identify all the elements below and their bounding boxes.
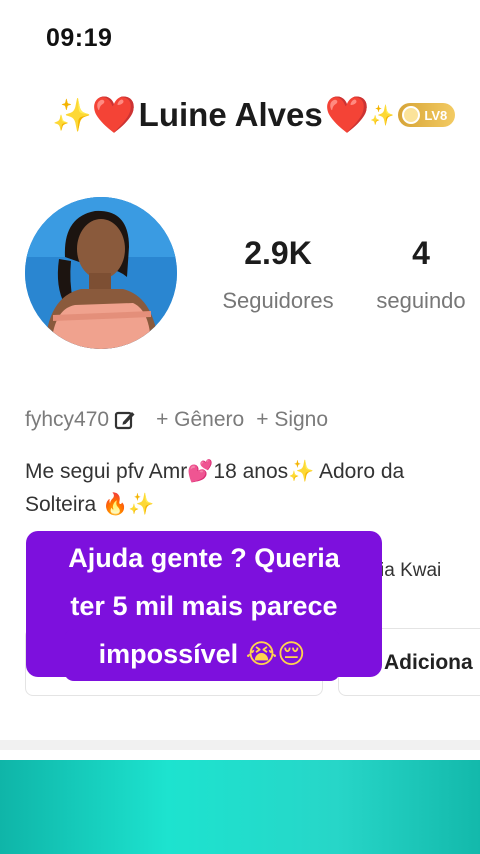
- kwai-link[interactable]: ia Kwai: [380, 560, 441, 582]
- sparkle-emoji: ✨: [288, 459, 315, 483]
- hearts-emoji: 💕: [187, 459, 214, 483]
- bio-text: Adoro da: [314, 460, 405, 483]
- level-coin-icon: [402, 106, 421, 124]
- level-label: LV8: [424, 107, 448, 123]
- bottom-banner: [0, 760, 480, 854]
- followers-stat[interactable]: 2.9K Seguidores: [213, 235, 343, 314]
- bio-text: 18 anos: [213, 460, 289, 483]
- following-stat[interactable]: 4 seguindo: [368, 235, 474, 314]
- caption-line-1: Ajuda gente ? Queria: [68, 543, 340, 573]
- crying-face-emoji: 😭😔: [245, 639, 306, 670]
- heart-emoji: ❤️: [324, 95, 370, 136]
- bio-line-2: Solteira 🔥✨: [25, 488, 480, 521]
- profile-name: Luine Alves: [138, 96, 323, 133]
- caption-line-2: ter 5 mil mais parece: [70, 591, 338, 621]
- username: fyhcy470: [25, 408, 110, 431]
- bio-text: Me segui pfv Amr: [25, 460, 188, 483]
- profile-header: ✨ ❤️ Luine Alves ❤️ ✨ LV8: [52, 94, 456, 136]
- bio: Me segui pfv Amr💕18 anos✨ Adoro da Solte…: [25, 455, 480, 521]
- avatar[interactable]: [25, 197, 177, 349]
- bio-text: Solteira: [25, 493, 103, 516]
- avatar-photo: [25, 197, 177, 349]
- following-count: 4: [412, 235, 430, 271]
- sparkle-emoji: ✨: [128, 492, 155, 516]
- edit-icon[interactable]: [114, 409, 136, 431]
- followers-label: Seguidores: [222, 288, 334, 313]
- sparkle-emoji: ✨: [52, 96, 92, 134]
- followers-count: 2.9K: [244, 235, 312, 271]
- bio-line-1: Me segui pfv Amr💕18 anos✨ Adoro da: [25, 455, 480, 488]
- caption-text: impossível: [98, 639, 246, 669]
- following-label: seguindo: [376, 288, 466, 313]
- gender-tag[interactable]: + Gênero: [156, 408, 244, 432]
- fire-emoji: 🔥: [102, 492, 129, 516]
- level-badge[interactable]: LV8: [398, 103, 456, 127]
- sign-tag[interactable]: + Signo: [256, 408, 328, 432]
- sparkle-emoji: ✨: [369, 103, 395, 127]
- heart-emoji: ❤️: [91, 95, 137, 136]
- caption-line-3: impossível 😭😔: [64, 639, 340, 670]
- status-time: 09:19: [46, 24, 113, 52]
- section-divider: [0, 740, 480, 750]
- profile-meta-row: fyhcy470 + Gênero + Signo: [25, 408, 340, 432]
